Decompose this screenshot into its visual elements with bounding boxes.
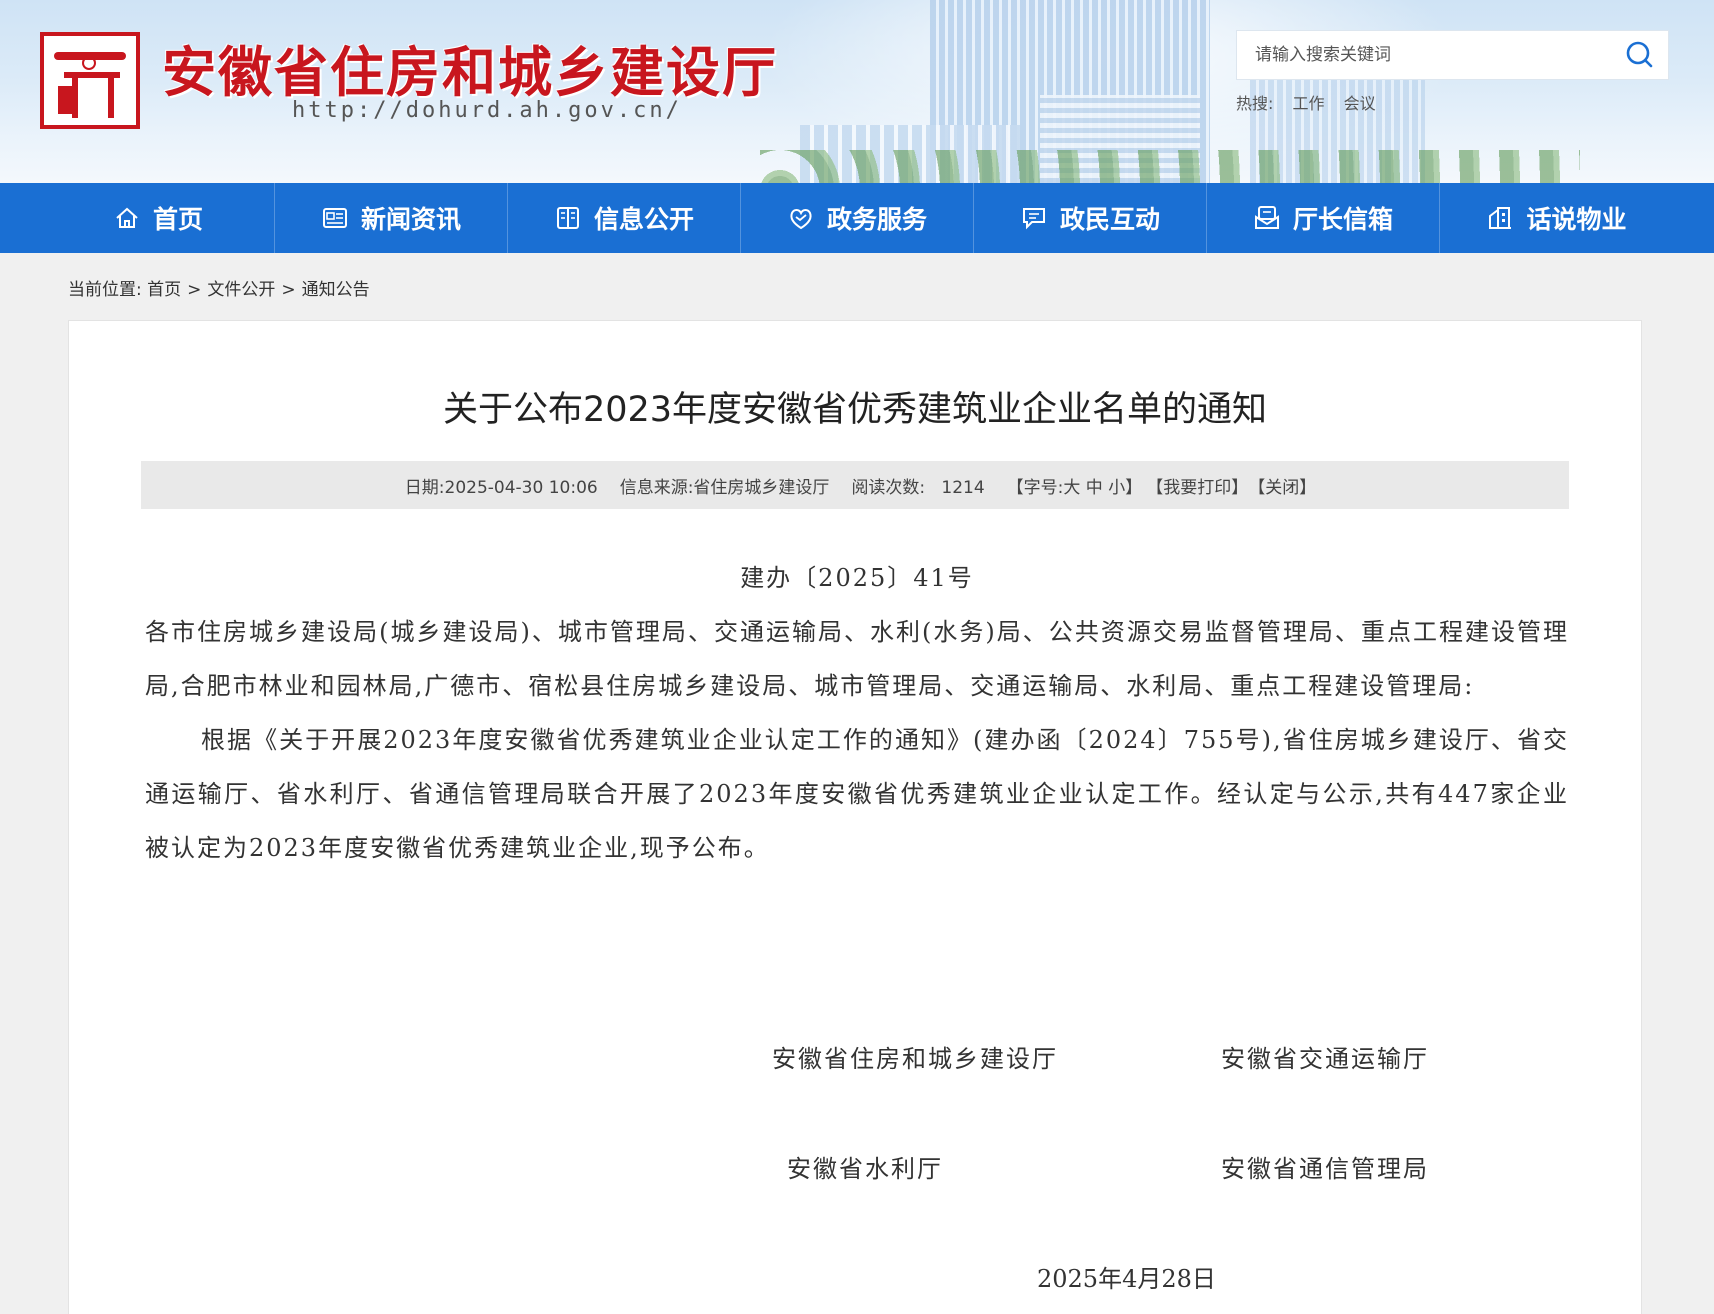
breadcrumb-home[interactable]: 首页 <box>147 280 181 300</box>
signature-telecom-bureau: 安徽省通信管理局 <box>1221 1155 1429 1183</box>
service-icon <box>790 209 812 230</box>
nav-item-label: 厅长信箱 <box>1292 205 1393 234</box>
main-nav: 首页 新闻资讯 信息公开 政务服务 政民互动 厅长信箱 话说物业 <box>0 183 1714 253</box>
views-count: 1214 <box>941 477 985 498</box>
chat-icon <box>1022 208 1045 230</box>
breadcrumb-notices[interactable]: 通知公告 <box>302 280 370 300</box>
home-icon <box>116 207 138 228</box>
nav-item-label: 政务服务 <box>826 205 927 234</box>
search-button[interactable] <box>1612 31 1668 79</box>
article-source: 信息来源:省住房城乡建设厅 <box>619 477 830 498</box>
search-box <box>1236 30 1669 80</box>
article-meta: 日期:2025-04-30 10:06 信息来源:省住房城乡建设厅 阅读次数: … <box>141 461 1569 509</box>
site-header: 安徽省住房和城乡建设厅 http://dohurd.ah.gov.cn/ 热搜:… <box>0 0 1714 183</box>
nav-item-label: 新闻资讯 <box>360 205 461 234</box>
signature-water-dept: 安徽省水利厅 <box>787 1155 943 1183</box>
site-url: http://dohurd.ah.gov.cn/ <box>292 98 682 123</box>
nav-item-news[interactable]: 新闻资讯 <box>275 183 508 253</box>
breadcrumb-separator: > <box>187 280 202 300</box>
trees-graphic <box>760 150 1580 183</box>
mailbox-icon <box>1254 206 1279 229</box>
nav-item-label: 信息公开 <box>593 205 694 234</box>
search-icon <box>1626 41 1653 68</box>
nav-item-property[interactable]: 话说物业 <box>1440 183 1673 253</box>
sign-date: 2025年4月28日 <box>1037 1265 1216 1293</box>
nav-item-info[interactable]: 信息公开 <box>508 183 741 253</box>
breadcrumb-files[interactable]: 文件公开 <box>207 280 275 300</box>
document-number: 建办〔2025〕41号 <box>740 564 974 592</box>
article-date: 日期:2025-04-30 10:06 <box>404 477 598 498</box>
nav-item-label: 话说物业 <box>1526 205 1627 234</box>
font-size-medium-button[interactable]: 中 <box>1086 478 1103 498</box>
nav-item-label: 首页 <box>152 205 203 234</box>
signature-transport-dept: 安徽省交通运输厅 <box>1221 1045 1429 1073</box>
signature-housing-dept: 安徽省住房和城乡建设厅 <box>772 1045 1058 1073</box>
article-container: 关于公布2023年度安徽省优秀建筑业企业名单的通知 日期:2025-04-30 … <box>68 320 1642 1314</box>
close-button[interactable]: 【关闭】 <box>1248 473 1316 498</box>
news-icon <box>322 208 347 228</box>
search-input[interactable] <box>1237 31 1607 79</box>
nav-item-service[interactable]: 政务服务 <box>741 183 974 253</box>
font-size-large-button[interactable]: 大 <box>1063 478 1080 498</box>
recipients-paragraph: 各市住房城乡建设局(城乡建设局)、城市管理局、交通运输局、水利(水务)局、公共资… <box>145 618 1569 700</box>
hot-search-label: 热搜: <box>1236 94 1274 113</box>
nav-item-home[interactable]: 首页 <box>42 183 275 253</box>
breadcrumb-separator: > <box>281 280 296 300</box>
site-title: 安徽省住房和城乡建设厅 <box>162 41 778 104</box>
font-size-label: 【字号: <box>1006 477 1064 498</box>
print-button[interactable]: 【我要打印】 <box>1146 473 1248 498</box>
site-logo[interactable] <box>40 32 140 129</box>
hot-search: 热搜: 工作 会议 <box>1236 90 1390 114</box>
views-label: 阅读次数: <box>851 477 926 498</box>
font-size-small-button[interactable]: 小】 <box>1108 478 1142 498</box>
building-icon <box>1489 207 1512 229</box>
article-views: 阅读次数: 1214 <box>851 473 984 498</box>
hot-keyword[interactable]: 工作 <box>1293 94 1325 113</box>
breadcrumb: 当前位置: 首页 > 文件公开 > 通知公告 <box>68 275 370 300</box>
hot-keyword[interactable]: 会议 <box>1344 94 1376 113</box>
font-size-control: 【字号:大 中 小】 <box>1007 473 1143 498</box>
book-icon <box>556 207 579 229</box>
breadcrumb-label: 当前位置: <box>68 280 142 300</box>
nav-item-mailbox[interactable]: 厅长信箱 <box>1207 183 1440 253</box>
article-body: 建办〔2025〕41号 各市住房城乡建设局(城乡建设局)、城市管理局、交通运输局… <box>145 551 1569 875</box>
nav-item-label: 政民互动 <box>1059 205 1160 234</box>
nav-item-interaction[interactable]: 政民互动 <box>974 183 1207 253</box>
article-title: 关于公布2023年度安徽省优秀建筑业企业名单的通知 <box>442 390 1268 430</box>
body-paragraph: 根据《关于开展2023年度安徽省优秀建筑业企业认定工作的通知》(建办函〔2024… <box>145 726 1569 862</box>
